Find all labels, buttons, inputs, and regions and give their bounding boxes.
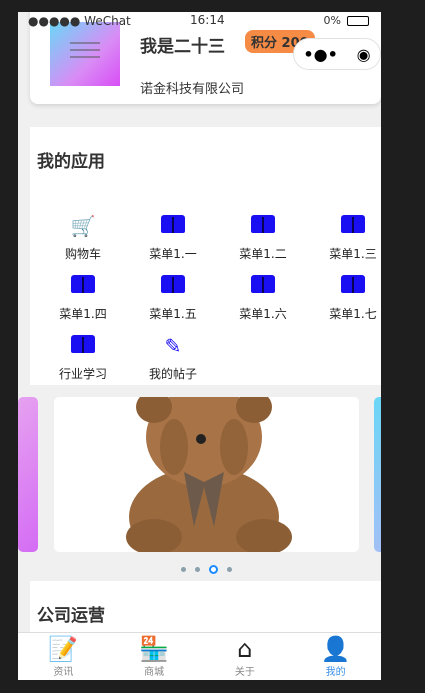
news-icon: 📝 — [48, 635, 79, 663]
carousel-dot[interactable] — [209, 565, 218, 574]
user-name: 我是二十三 — [140, 37, 225, 57]
home-icon: ⌂ — [237, 635, 253, 663]
tab-mall[interactable]: 🏪 商城 — [109, 633, 200, 680]
carousel-slide-active[interactable] — [54, 397, 359, 552]
book-icon — [318, 215, 381, 237]
phone-screen: ●●●●● WeChat 16:14 0% •●• ◉ 我是二十三 积分 200… — [18, 12, 381, 680]
app-item[interactable]: 菜单1.一 — [138, 215, 208, 262]
app-label: 菜单1.三 — [329, 247, 377, 261]
app-label: 我的帖子 — [148, 367, 197, 381]
app-item[interactable]: ✎ 我的帖子 — [138, 335, 208, 382]
tab-mine[interactable]: 👤 我的 — [290, 633, 381, 680]
carousel-slide-next[interactable] — [374, 397, 381, 552]
app-item[interactable]: 菜单1.六 — [228, 275, 298, 322]
operations-title: 公司运营 — [37, 606, 105, 626]
more-icon[interactable]: •●• — [303, 45, 337, 64]
book-icon — [318, 275, 381, 297]
book-icon — [48, 275, 118, 297]
edit-icon: ✎ — [164, 334, 182, 358]
app-item[interactable]: 🛒 购物车 — [48, 215, 118, 262]
carousel-dot[interactable] — [181, 567, 186, 572]
battery-text: 0% — [323, 14, 341, 27]
carousel-slide-prev[interactable] — [18, 397, 38, 552]
app-label: 菜单1.七 — [329, 307, 377, 321]
cart-icon: 🛒 — [70, 214, 96, 238]
user-icon: 👤 — [320, 635, 351, 663]
carousel-indicators — [181, 565, 232, 574]
store-icon: 🏪 — [139, 635, 170, 663]
company-name: 诺金科技有限公司 — [140, 82, 245, 97]
battery-icon — [347, 15, 369, 26]
app-item[interactable]: 菜单1.七 — [318, 275, 381, 322]
app-item[interactable]: 菜单1.二 — [228, 215, 298, 262]
close-icon[interactable]: ◉ — [357, 45, 371, 64]
app-item[interactable]: 行业学习 — [48, 335, 118, 382]
app-item[interactable]: 菜单1.三 — [318, 215, 381, 262]
mini-program-capsule[interactable]: •●• ◉ — [293, 38, 381, 70]
signal-indicator: ●●●●● WeChat — [28, 14, 131, 28]
tab-about[interactable]: ⌂ 关于 — [200, 633, 291, 680]
tab-news[interactable]: 📝 资讯 — [18, 633, 109, 680]
book-icon — [48, 335, 118, 357]
book-icon — [138, 215, 208, 237]
carousel-dot[interactable] — [227, 567, 232, 572]
book-icon — [138, 275, 208, 297]
app-label: 菜单1.二 — [239, 247, 287, 261]
apps-card: 我的应用 🛒 购物车 菜单1.一 菜单1.二 菜单1.三菜单1.四 菜单1.五 菜单1.六 菜… — [30, 127, 381, 385]
carousel-dot[interactable] — [195, 567, 200, 572]
clock: 16:14 — [190, 13, 225, 27]
app-item[interactable]: 菜单1.五 — [138, 275, 208, 322]
app-label: 菜单1.一 — [149, 247, 197, 261]
book-icon — [228, 275, 298, 297]
app-label: 行业学习 — [58, 367, 107, 381]
status-bar: ●●●●● WeChat 16:14 0% — [18, 12, 381, 32]
apps-title: 我的应用 — [37, 152, 105, 172]
app-label: 购物车 — [64, 247, 101, 261]
app-label: 菜单1.六 — [239, 307, 287, 321]
app-item[interactable]: 菜单1.四 — [48, 275, 118, 322]
teddy-bear-image — [126, 397, 292, 552]
app-label: 菜单1.五 — [149, 307, 197, 321]
tab-bar: 📝 资讯 🏪 商城 ⌂ 关于 👤 我的 — [18, 632, 381, 680]
app-label: 菜单1.四 — [59, 307, 107, 321]
book-icon — [228, 215, 298, 237]
